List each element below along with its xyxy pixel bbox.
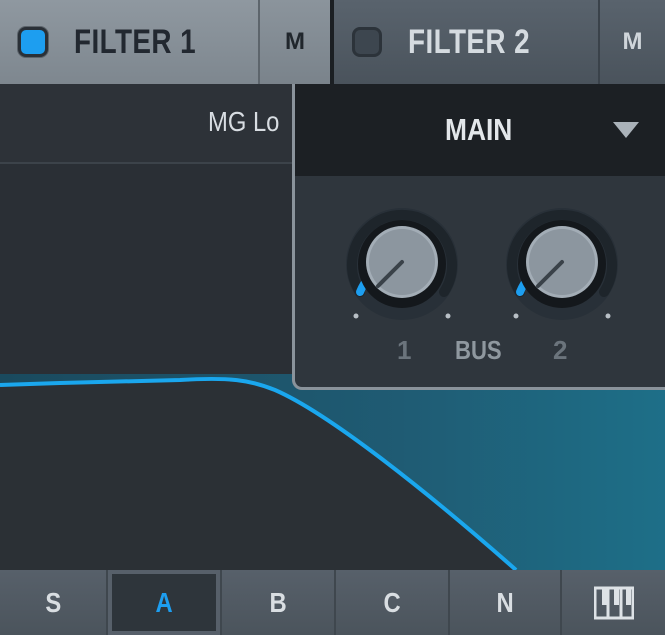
bus-1-knob[interactable] [342,204,462,324]
tab-filter-2[interactable]: FILTER 2 [334,0,598,84]
filter-tab-bar: FILTER 1 M FILTER 2 M [0,0,665,84]
chevron-down-icon[interactable] [613,122,639,138]
tab-n[interactable]: N [450,570,562,635]
filter-1-enable-checkbox[interactable] [18,27,48,57]
bus-label: BUS [455,335,502,365]
filter-type-row[interactable]: MG Lo [0,84,300,164]
tab-s-label: S [45,586,61,618]
knob-1-graphic [346,208,458,320]
filter-2-mute-label: M [622,28,643,55]
tab-s[interactable]: S [0,570,108,635]
tab-filter-1[interactable]: FILTER 1 [0,0,258,84]
tab-b[interactable]: B [222,570,336,635]
piano-keys-icon [593,586,634,619]
tab-keyboard[interactable] [562,570,665,635]
filter-1-mute-button[interactable]: M [258,0,330,84]
bottom-tab-bar: S A B C N [0,570,665,635]
bus-2-label: 2 [553,335,568,365]
filter-1-label: FILTER 1 [74,22,197,61]
filter-1-mute-label: M [285,28,305,55]
filter-2-mute-button[interactable]: M [598,0,665,84]
tab-c-label: C [383,586,401,618]
tab-c[interactable]: C [336,570,450,635]
knob-2-graphic [506,208,618,320]
bus-2-knob[interactable] [502,204,622,324]
bus-1-label: 1 [397,335,412,365]
tab-a[interactable]: A [108,570,222,635]
tab-a-label: A [155,586,173,618]
bus-dropdown[interactable]: MAIN [295,84,665,176]
tab-b-label: B [269,586,287,618]
filter-2-enable-checkbox[interactable] [352,27,382,57]
bus-dropdown-value: MAIN [445,112,513,147]
filter-type-label: MG Lo [208,106,280,137]
filter-2-label: FILTER 2 [408,22,531,61]
bus-popup: MAIN 1 BUS 2 [292,84,665,390]
tab-n-label: N [496,586,514,618]
